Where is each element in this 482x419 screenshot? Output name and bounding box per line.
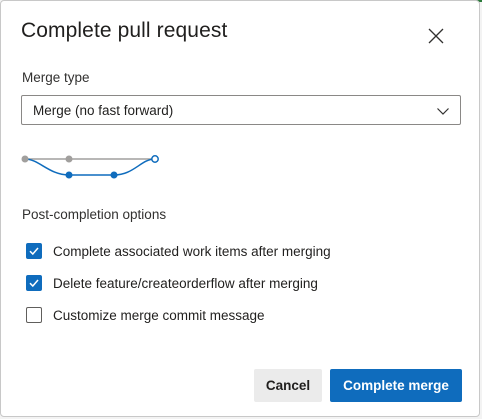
complete-merge-button[interactable]: Complete merge [330,369,462,402]
close-button[interactable] [423,23,449,49]
merge-graph-icon [21,155,159,179]
merge-commit-dot [151,155,159,163]
checkbox-unchecked[interactable] [26,307,42,323]
checkbox-checked[interactable] [26,275,42,291]
checkmark-icon [29,247,39,256]
merge-type-dropdown[interactable]: Merge (no fast forward) [21,95,461,125]
option-label: Complete associated work items after mer… [53,243,331,259]
dialog-title: Complete pull request [21,19,228,42]
option-label: Customize merge commit message [53,307,265,323]
option-complete-work-items[interactable]: Complete associated work items after mer… [26,242,331,260]
complete-pull-request-dialog: Complete pull request Merge type Merge (… [0,0,480,417]
main-commit-dot [21,155,29,163]
post-completion-label: Post-completion options [22,207,167,222]
feature-branch-line [24,158,156,176]
option-label: Delete feature/createorderflow after mer… [53,275,318,291]
main-commit-dot [65,155,73,163]
cancel-button[interactable]: Cancel [254,369,322,402]
option-delete-branch[interactable]: Delete feature/createorderflow after mer… [26,274,318,292]
branch-commit-dot [65,171,73,179]
merge-type-selected-value: Merge (no fast forward) [33,103,174,118]
option-customize-message[interactable]: Customize merge commit message [26,306,265,324]
branch-commit-dot [110,171,118,179]
checkmark-icon [29,279,39,288]
chevron-down-icon [437,108,449,115]
merge-type-label: Merge type [22,70,90,85]
close-icon [428,28,444,44]
checkbox-checked[interactable] [26,243,42,259]
